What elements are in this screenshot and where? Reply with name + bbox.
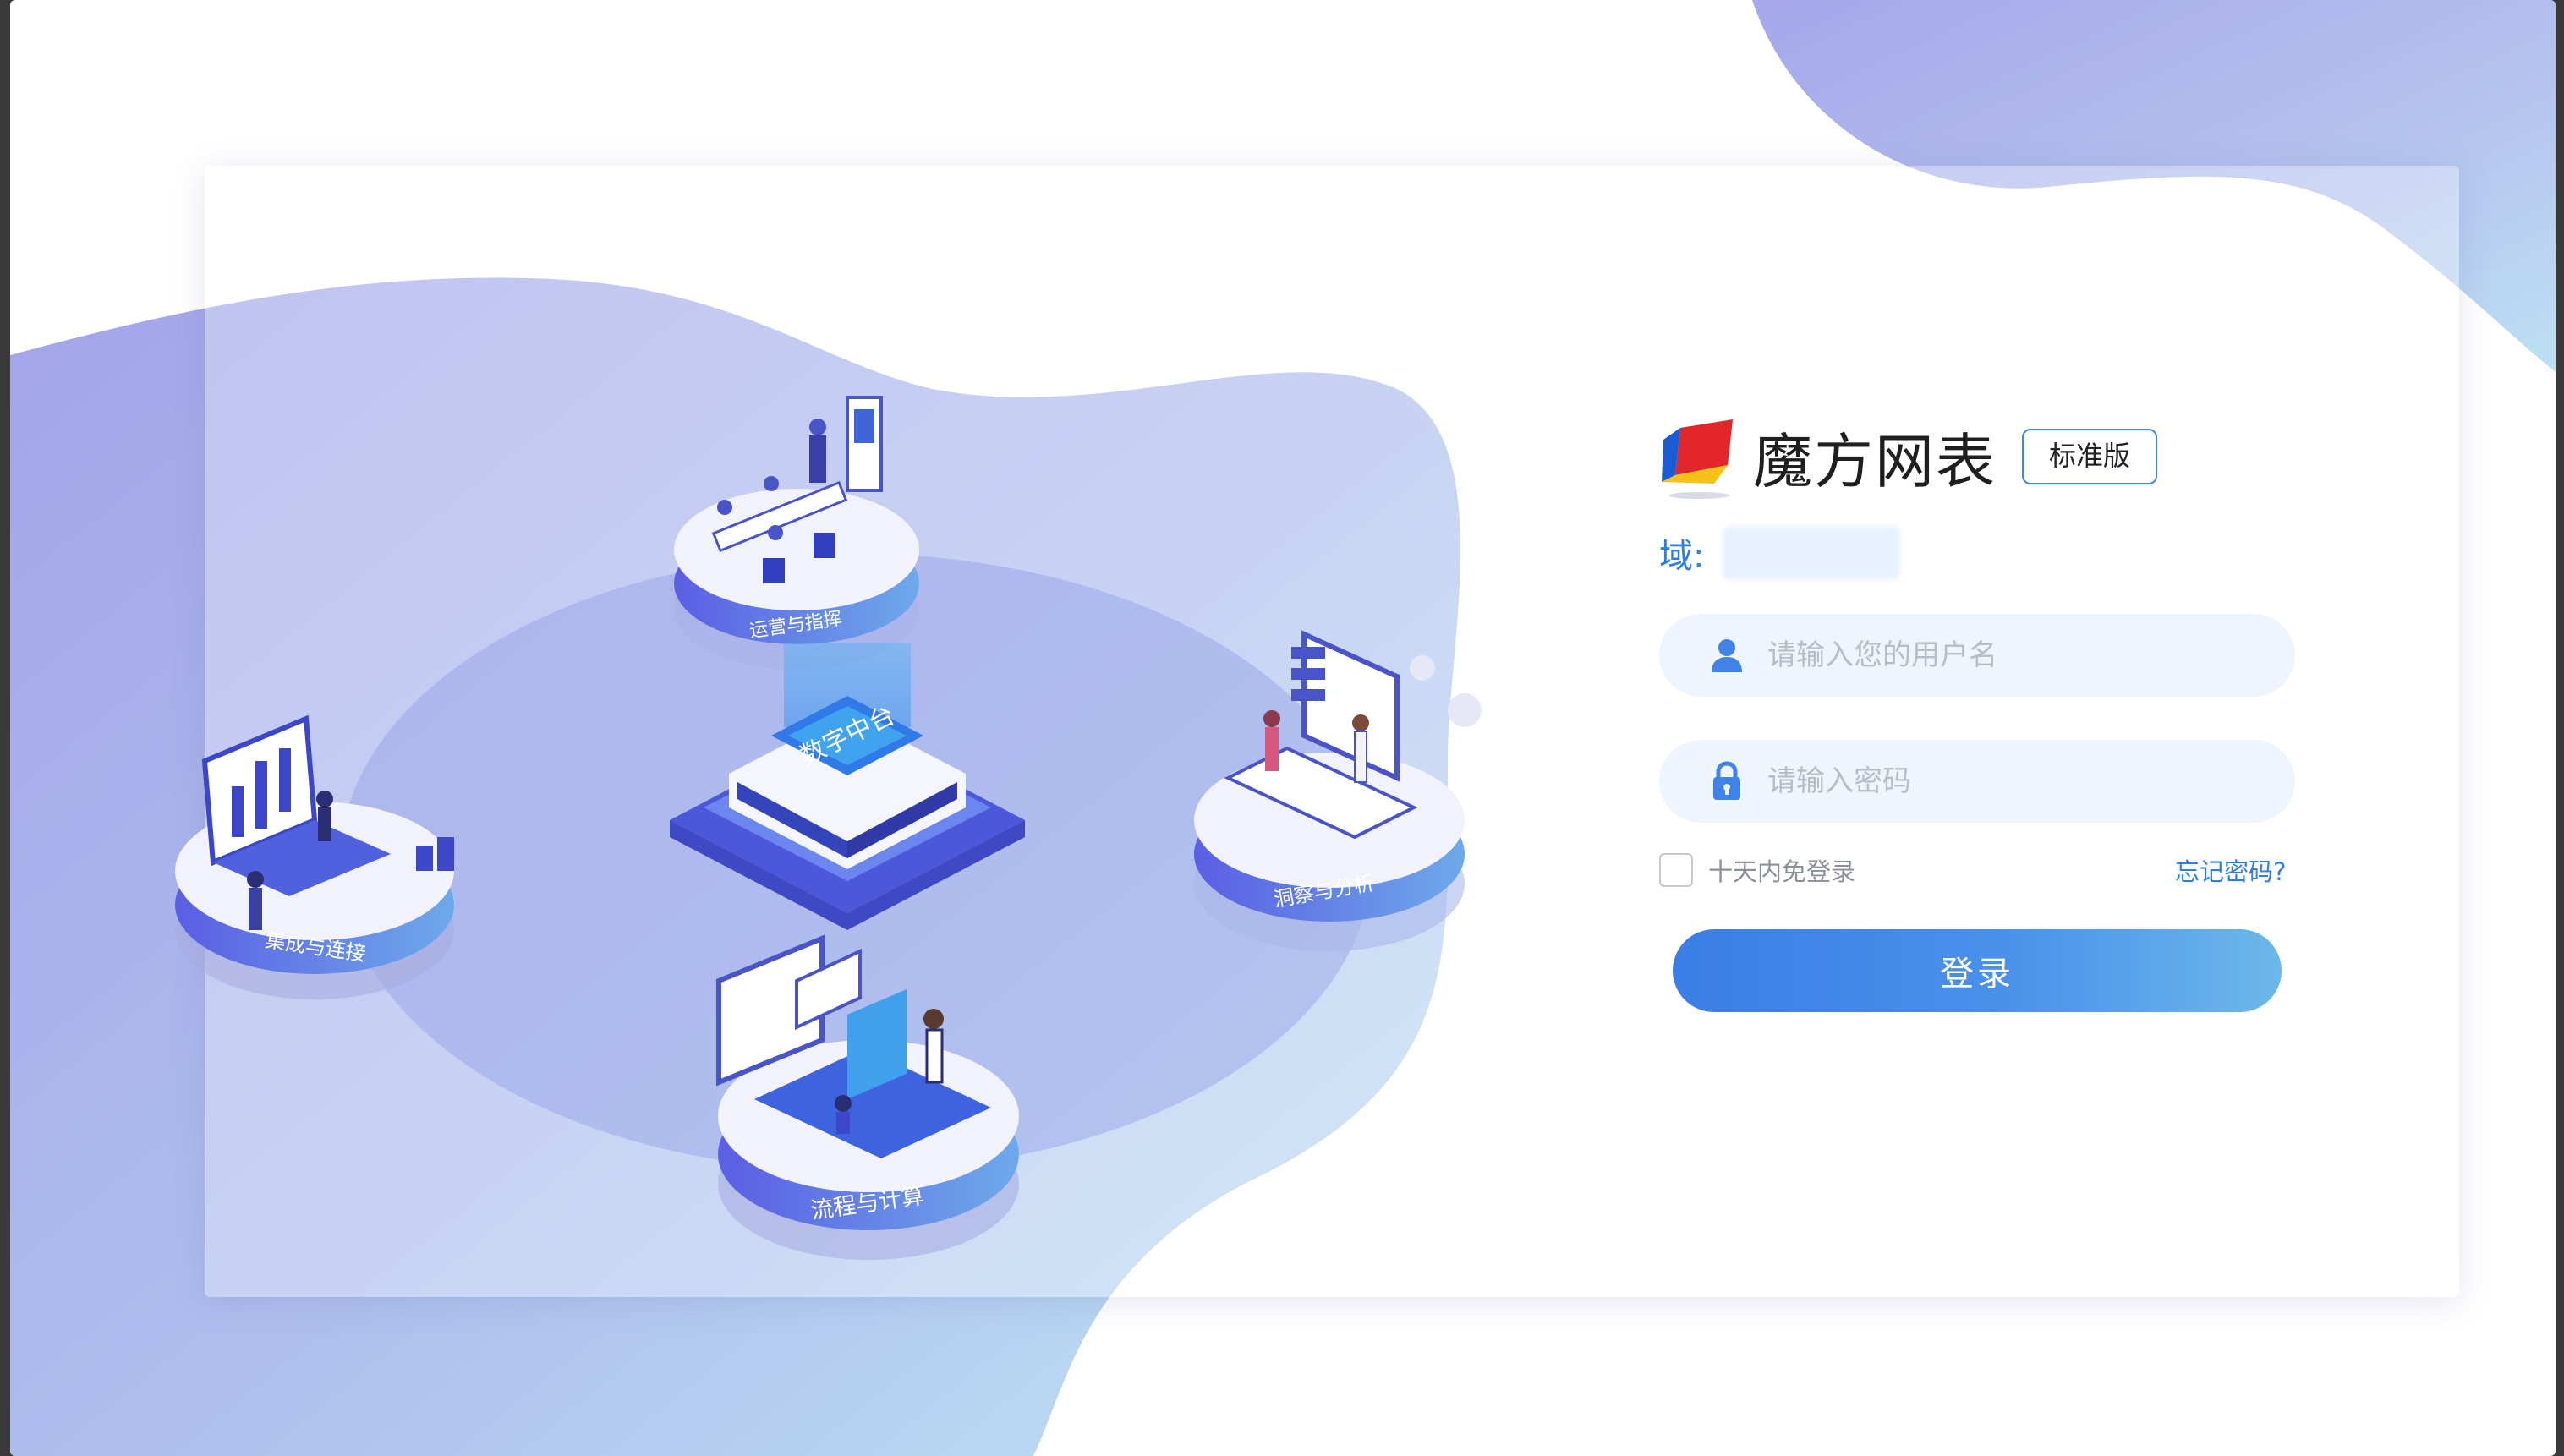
domain-row: 域: (1659, 523, 1901, 583)
edition-badge: 标准版 (2022, 429, 2158, 484)
username-input[interactable] (1766, 638, 2243, 673)
login-button[interactable]: 登录 (1673, 929, 2282, 1012)
remember-label[interactable]: 十天内免登录 (1708, 852, 1855, 888)
forgot-password-link[interactable]: 忘记密码? (2175, 852, 2286, 888)
remember-checkbox[interactable] (1659, 853, 1693, 887)
username-field[interactable] (1659, 614, 2295, 697)
password-input[interactable] (1766, 764, 2243, 799)
user-icon (1712, 639, 1742, 672)
password-field[interactable] (1659, 740, 2295, 823)
brand-header: 魔方网表 标准版 (1655, 406, 2158, 507)
brand-name: 魔方网表 (1753, 426, 1997, 496)
lock-icon (1713, 761, 1740, 800)
domain-value[interactable] (1723, 526, 1901, 580)
domain-label: 域: (1659, 537, 1705, 576)
login-window: 运营与指挥 数字中台 集成与连接 洞察与分析 流程与计算 魔方网表 标准版 域:… (10, 0, 2556, 1456)
logo-cube-icon (1662, 419, 1733, 499)
illustration: 运营与指挥 数字中台 集成与连接 洞察与分析 流程与计算 (175, 396, 1482, 1260)
remember-row: 十天内免登录 (1659, 851, 1855, 889)
